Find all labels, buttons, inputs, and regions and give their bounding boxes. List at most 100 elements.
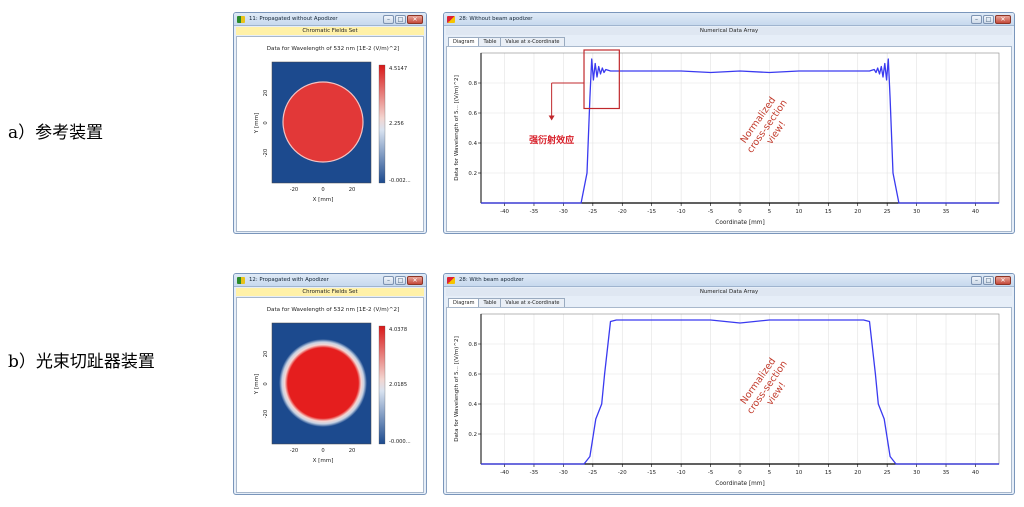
x-tick-label: 15 — [825, 209, 832, 215]
minimize-icon[interactable]: – — [383, 15, 394, 24]
field-y-ticks: 20 0 -20 — [263, 90, 269, 158]
minimize-icon[interactable]: – — [383, 276, 394, 285]
row-a-label: a）参考装置 — [8, 118, 104, 143]
app-icon — [447, 277, 455, 284]
x-tick-label: -35 — [530, 470, 539, 476]
window-title: 11: Propagated without Apodizer — [249, 16, 338, 22]
y-tick-label: 0.6 — [468, 111, 477, 117]
field-plot-area[interactable]: Data for Wavelength of 532 nm [1E-2 (V/m… — [236, 297, 424, 493]
view-tabs: Diagram Table Value at x-Coordinate — [448, 298, 565, 307]
field-x-ticks: -20 0 20 — [290, 187, 356, 193]
tab-value-at-x-coordinate[interactable]: Value at x-Coordinate — [500, 37, 565, 46]
maximize-icon[interactable]: □ — [983, 276, 994, 285]
window-subtitle: Numerical Data Array — [446, 27, 1012, 35]
app-icon — [447, 16, 455, 23]
colorbar-mid-label: 2.0185 — [389, 382, 407, 388]
cross-section-chart[interactable]: -40 -35 -30 -25 -20 -15 -10 -5 0 5 10 15 20 25 30 35 40 0… — [447, 47, 1011, 231]
window-subtitle: Numerical Data Array — [446, 288, 1012, 296]
field-plot-area[interactable]: Data for Wavelength of 532 nm [1E-2 (V/m… — [236, 36, 424, 232]
y-axis-label: Data for Wavelength of 5... [(V/m)^2] — [454, 75, 460, 181]
x-tick-label: -30 — [559, 209, 568, 215]
beam-spot — [282, 81, 364, 163]
data-window-a-titlebar[interactable]: 28: Without beam apodizer – □ ✕ — [444, 13, 1014, 26]
y-tick-label: 0.6 — [468, 372, 477, 378]
tab-value-at-x-coordinate[interactable]: Value at x-Coordinate — [500, 298, 565, 307]
minimize-icon[interactable]: – — [971, 15, 982, 24]
x-tick-label: -40 — [500, 209, 509, 215]
normalized-watermark: Normalizedcross-sectionview! — [738, 356, 789, 416]
close-icon[interactable]: ✕ — [995, 276, 1011, 285]
diffraction-annotation: 强衍射效应 — [529, 134, 574, 146]
x-tick-label: 40 — [972, 470, 979, 476]
field-plot-svg[interactable]: Data for Wavelength of 532 nm [1E-2 (V/m… — [237, 37, 423, 231]
data-window-b[interactable]: 28: With beam apodizer – □ ✕ Numerical D… — [443, 273, 1015, 495]
x-tick-label: 0 — [738, 470, 742, 476]
y-tick-label: 0 — [263, 121, 269, 124]
maximize-icon[interactable]: □ — [395, 15, 406, 24]
x-tick-label: -5 — [708, 470, 713, 476]
x-tick-label: 25 — [884, 470, 891, 476]
field-window-a[interactable]: 11: Propagated without Apodizer – □ ✕ Ch… — [233, 12, 427, 234]
x-tick-label: -40 — [500, 470, 509, 476]
y-tick-label: 0.2 — [468, 432, 477, 438]
x-tick-label: 40 — [972, 209, 979, 215]
x-tick-label: 0 — [321, 448, 324, 454]
x-tick-label: 20 — [854, 470, 861, 476]
diagram-area[interactable]: -40 -35 -30 -25 -20 -15 -10 -5 0 5 10 15 20 25 30 35 40 0… — [446, 307, 1012, 493]
field-x-ticks: -20 0 20 — [290, 448, 356, 454]
cross-section-chart[interactable]: -40 -35 -30 -25 -20 -15 -10 -5 0 5 10 15 20 25 30 35 40 0… — [447, 308, 1011, 492]
x-tick-label: -25 — [588, 470, 597, 476]
maximize-icon[interactable]: □ — [395, 276, 406, 285]
field-xlabel: X [mm] — [313, 197, 334, 203]
x-axis-label: Coordinate [mm] — [715, 481, 764, 487]
diagram-area[interactable]: -40 -35 -30 -25 -20 -15 -10 -5 0 5 10 15 20 25 30 35 40 0… — [446, 46, 1012, 232]
y-tick-label: -20 — [263, 410, 269, 418]
x-tick-label: 5 — [768, 470, 771, 476]
field-xlabel: X [mm] — [313, 458, 334, 464]
x-tick-label: -20 — [618, 209, 627, 215]
y-tick-label: 0.8 — [468, 342, 477, 348]
x-tick-label: 10 — [795, 470, 802, 476]
x-tick-label: -15 — [647, 209, 656, 215]
tab-diagram[interactable]: Diagram — [448, 37, 480, 46]
window-title: 28: Without beam apodizer — [459, 16, 533, 22]
field-y-ticks: 20 0 -20 — [263, 351, 269, 419]
data-window-b-titlebar[interactable]: 28: With beam apodizer – □ ✕ — [444, 274, 1014, 287]
field-ylabel: Y [mm] — [254, 374, 260, 395]
colorbar-mid-label: 2.256 — [389, 121, 404, 127]
close-icon[interactable]: ✕ — [407, 276, 423, 285]
x-tick-label: 20 — [854, 209, 861, 215]
field-window-b[interactable]: 12: Propagated with Apodizer – □ ✕ Chrom… — [233, 273, 427, 495]
minimize-icon[interactable]: – — [971, 276, 982, 285]
maximize-icon[interactable]: □ — [983, 15, 994, 24]
field-plot-title: Data for Wavelength of 532 nm [1E-2 (V/m… — [267, 307, 400, 313]
arrow-down-icon — [548, 115, 555, 121]
row-b-label: b）光束切趾器装置 — [8, 347, 155, 372]
field-window-b-titlebar[interactable]: 12: Propagated with Apodizer – □ ✕ — [234, 274, 426, 287]
y-tick-label: 0.8 — [468, 81, 477, 87]
close-icon[interactable]: ✕ — [407, 15, 423, 24]
x-tick-label: -30 — [559, 470, 568, 476]
x-tick-label: -25 — [588, 209, 597, 215]
x-tick-label: 30 — [913, 209, 920, 215]
x-tick-label: -5 — [708, 209, 713, 215]
field-window-a-titlebar[interactable]: 11: Propagated without Apodizer – □ ✕ — [234, 13, 426, 26]
window-title: 12: Propagated with Apodizer — [249, 277, 329, 283]
tab-diagram[interactable]: Diagram — [448, 298, 480, 307]
field-ylabel: Y [mm] — [254, 113, 260, 134]
data-window-a[interactable]: 28: Without beam apodizer – □ ✕ Numerica… — [443, 12, 1015, 234]
x-tick-label: 30 — [913, 470, 920, 476]
y-tick-label: 20 — [263, 351, 269, 358]
tab-table[interactable]: Table — [478, 298, 502, 307]
x-tick-label: 10 — [795, 209, 802, 215]
close-icon[interactable]: ✕ — [995, 15, 1011, 24]
y-tick-label: 0.4 — [468, 402, 477, 408]
view-tabs: Diagram Table Value at x-Coordinate — [448, 37, 565, 46]
window-subtitle: Chromatic Fields Set — [236, 27, 424, 35]
grid — [481, 53, 999, 203]
x-tick-label: -35 — [530, 209, 539, 215]
field-plot-svg[interactable]: Data for Wavelength of 532 nm [1E-2 (V/m… — [237, 298, 423, 492]
x-tick-label: -15 — [647, 470, 656, 476]
window-subtitle: Chromatic Fields Set — [236, 288, 424, 296]
tab-table[interactable]: Table — [478, 37, 502, 46]
